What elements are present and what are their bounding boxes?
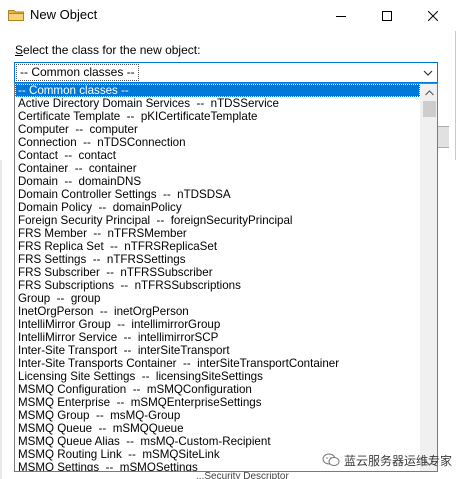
list-item[interactable]: FRS Subscriptions -- nTFRSSubscriptions — [15, 279, 420, 292]
list-item[interactable]: FRS Settings -- nTFRSSettings — [15, 253, 420, 266]
chevron-up-icon — [425, 89, 434, 95]
list-item[interactable]: MSMQ Configuration -- mSMQConfiguration — [15, 383, 420, 396]
partially-hidden-button[interactable] — [437, 126, 449, 148]
list-item[interactable]: Connection -- nTDSConnection — [15, 136, 420, 149]
minimize-icon — [336, 15, 346, 17]
list-item[interactable]: Licensing Site Settings -- licensingSite… — [15, 370, 420, 383]
class-combobox[interactable]: -- Common classes -- — [14, 62, 438, 83]
prompt-accelerator: S — [15, 43, 24, 57]
list-item[interactable]: Computer -- computer — [15, 123, 420, 136]
list-item[interactable]: Foreign Security Principal -- foreignSec… — [15, 214, 420, 227]
list-item[interactable]: Active Directory Domain Services -- nTDS… — [15, 97, 420, 110]
maximize-button[interactable] — [364, 0, 410, 31]
title-bar[interactable]: New Object — [0, 0, 456, 31]
close-button[interactable] — [410, 0, 456, 31]
maximize-icon — [382, 10, 392, 21]
list-item[interactable]: MSMQ Queue -- mSMQQueue — [15, 422, 420, 435]
list-item[interactable]: IntelliMirror Service -- intellimirrorSC… — [15, 331, 420, 344]
list-item[interactable]: FRS Member -- nTFRSMember — [15, 227, 420, 240]
list-item[interactable]: Certificate Template -- pKICertificateTe… — [15, 110, 420, 123]
scroll-thumb[interactable] — [423, 101, 436, 117]
list-item[interactable]: Domain -- domainDNS — [15, 175, 420, 188]
list-scrollbar[interactable] — [420, 84, 437, 471]
folder-icon — [8, 10, 24, 21]
list-item[interactable]: IntelliMirror Group -- intellimirrorGrou… — [15, 318, 420, 331]
list-item[interactable]: MSMQ Group -- msMQ-Group — [15, 409, 420, 422]
chevron-down-icon[interactable] — [421, 66, 435, 80]
watermark-text: 蓝云服务器运维专家 — [344, 453, 453, 468]
list-item[interactable]: Inter-Site Transport -- interSiteTranspo… — [15, 344, 420, 357]
close-icon — [428, 10, 438, 21]
list-item[interactable]: InetOrgPerson -- inetOrgPerson — [15, 305, 420, 318]
list-item[interactable]: Contact -- contact — [15, 149, 420, 162]
list-item[interactable]: Inter-Site Transports Container -- inter… — [15, 357, 420, 370]
minimize-button[interactable] — [318, 0, 364, 31]
class-prompt-label: Select the class for the new object: — [15, 43, 200, 57]
wechat-icon — [322, 453, 340, 466]
list-item[interactable]: Domain Controller Settings -- nTDSDSA — [15, 188, 420, 201]
scroll-up-button[interactable] — [421, 84, 437, 101]
list-item[interactable]: FRS Subscriber -- nTFRSSubscriber — [15, 266, 420, 279]
list-item[interactable]: FRS Replica Set -- nTFRSReplicaSet — [15, 240, 420, 253]
combobox-value: -- Common classes -- — [16, 64, 139, 81]
watermark: 蓝云服务器运维专家 — [322, 451, 452, 469]
prompt-text: elect the class for the new object: — [23, 43, 201, 57]
list-item[interactable]: MSMQ Enterprise -- mSMQEnterpriseSetting… — [15, 396, 420, 409]
class-list: -- Common classes -- Active Directory Dom… — [15, 84, 420, 471]
list-item[interactable]: Domain Policy -- domainPolicy — [15, 201, 420, 214]
background-window-text: ...Security Descriptor — [196, 471, 289, 479]
list-item-selected[interactable]: -- Common classes -- — [15, 84, 420, 97]
list-item[interactable]: Group -- group — [15, 292, 420, 305]
list-item[interactable]: Container -- container — [15, 162, 420, 175]
list-item[interactable]: MSMQ Queue Alias -- msMQ-Custom-Recipien… — [15, 435, 420, 448]
class-dropdown-list[interactable]: -- Common classes -- Active Directory Dom… — [14, 83, 438, 472]
window-title: New Object — [30, 7, 98, 22]
